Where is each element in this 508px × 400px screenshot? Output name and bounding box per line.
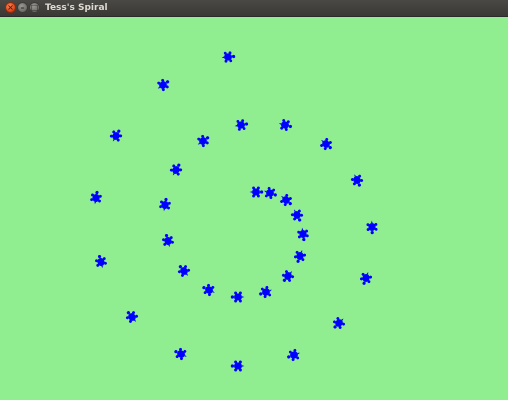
maximize-button[interactable]: □	[29, 2, 40, 13]
turtle-icon	[297, 227, 309, 242]
turtle-icon	[197, 134, 210, 148]
close-button[interactable]: ×	[5, 2, 16, 13]
maximize-icon: □	[30, 3, 39, 12]
turtle-icon	[230, 360, 245, 372]
turtle-icon	[174, 347, 187, 361]
turtle-icon	[320, 137, 332, 151]
turtle-icon	[177, 265, 191, 277]
title-bar[interactable]: × – □ Tess's Spiral	[0, 0, 508, 17]
app-window: × – □ Tess's Spiral	[0, 0, 508, 400]
turtle-icon	[159, 197, 171, 212]
minimize-button[interactable]: –	[17, 2, 28, 13]
turtle-icon	[350, 174, 364, 187]
turtle-icon	[293, 249, 307, 263]
close-icon: ×	[7, 3, 14, 12]
turtle-icon	[95, 254, 107, 269]
turtle-icon	[230, 291, 245, 303]
turtle-icon	[359, 271, 373, 285]
turtle-icon	[221, 51, 236, 63]
turtle-icon	[287, 348, 301, 362]
turtle-icon	[90, 190, 102, 205]
turtle-icon	[333, 317, 345, 329]
turtle-icon	[157, 78, 170, 92]
turtle-icon	[169, 163, 183, 176]
turtle-canvas	[0, 17, 508, 400]
turtle-icon	[202, 283, 215, 297]
minimize-icon: –	[20, 3, 25, 12]
turtle-icon	[125, 311, 139, 323]
turtle-icon	[366, 220, 378, 235]
turtle-icon	[162, 233, 174, 248]
turtle-icon	[259, 285, 273, 299]
turtle-icon	[109, 129, 123, 142]
turtle-icon	[281, 270, 295, 282]
window-title: Tess's Spiral	[45, 3, 108, 13]
turtle-icon	[290, 209, 304, 222]
turtle-icon	[234, 119, 249, 131]
turtle-icon	[278, 119, 293, 131]
